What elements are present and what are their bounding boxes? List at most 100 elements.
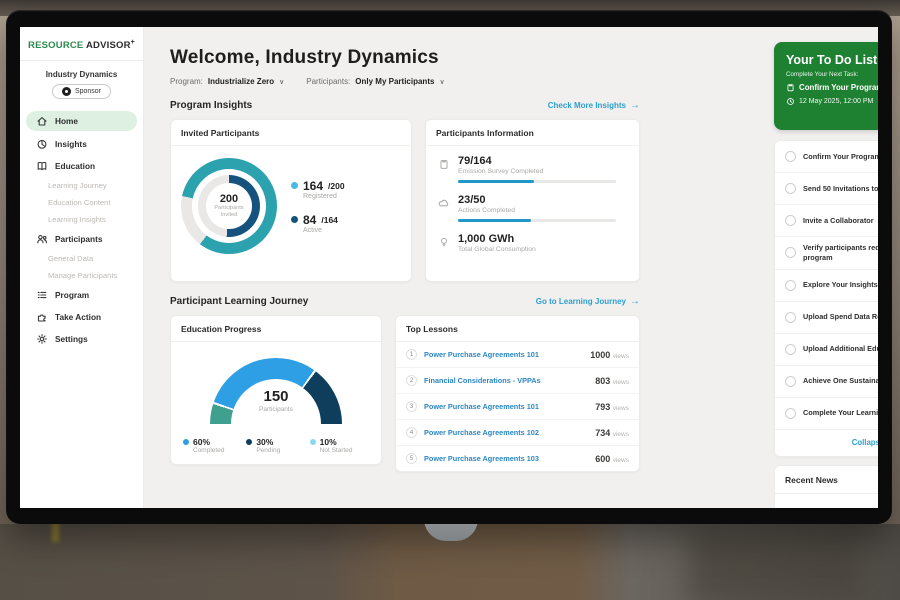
legend-label: Active — [303, 227, 345, 234]
check-more-insights-link[interactable]: Check More Insights → — [548, 100, 640, 111]
insights-icon — [36, 138, 48, 150]
task-row[interactable]: Invite a Collaborator › — [775, 205, 878, 237]
sidebar-item-program[interactable]: Program — [20, 284, 143, 306]
lesson-row: 5 Power Purchase Agreements 103 600 view… — [396, 446, 639, 471]
sidebar-item-insights[interactable]: Insights — [20, 133, 143, 155]
background-shadow — [690, 532, 860, 600]
stat-value: 23/50 — [458, 194, 616, 206]
sidebar-item-manage-participants[interactable]: Manage Participants — [20, 267, 143, 284]
donut-center-label: Participants Invited — [206, 205, 252, 219]
sidebar-item-label: Program — [55, 290, 89, 300]
education-progress-card: Education Progress 150 Participants 60% — [170, 315, 382, 465]
legend-total: /200 — [328, 181, 345, 191]
bulb-icon — [438, 236, 450, 248]
stat-label: Emission Survey Completed — [458, 168, 616, 175]
collapse-tasks-label: Collapse Tasks — [852, 438, 878, 447]
sidebar-item-participants[interactable]: Participants — [20, 228, 143, 250]
lesson-rank: 4 — [406, 427, 417, 438]
lesson-link[interactable]: Financial Considerations - VPPAs — [424, 376, 588, 385]
task-label: Confirm Your Program Details — [803, 152, 878, 162]
sidebar-item-learning-insights[interactable]: Learning Insights — [20, 211, 143, 228]
participants-dropdown[interactable]: Participants: Only My Participants ∨ — [306, 77, 444, 86]
invited-participants-card: Invited Participants 200 Participants In… — [170, 119, 412, 282]
legend-pct: 30% — [256, 437, 273, 447]
lesson-views: 734 — [595, 428, 610, 438]
go-to-learning-journey-label: Go to Learning Journey — [536, 297, 626, 306]
sidebar-item-label: Take Action — [55, 312, 101, 322]
stat-label: Actions Completed — [458, 207, 616, 214]
main-area: Welcome, Industry Dynamics Program: Indu… — [144, 27, 878, 508]
legend-pct: 10% — [320, 437, 337, 447]
logo-secondary: ADVISOR — [86, 40, 131, 51]
chevron-down-icon: ∨ — [439, 78, 444, 86]
task-label: Send 50 Invitations to Participants — [803, 184, 878, 194]
sidebar: RESOURCE ADVISOR+ Industry Dynamics Spon… — [20, 27, 144, 508]
todo-task-list: Confirm Your Program Details › Send 50 I… — [774, 140, 878, 457]
sidebar-item-education-content[interactable]: Education Content — [20, 194, 143, 211]
legend-label: Not Started — [320, 447, 373, 454]
app-logo: RESOURCE ADVISOR+ — [20, 27, 143, 61]
legend-item-completed: 60% Completed — [183, 437, 246, 454]
legend-item-active: 84/164 Active — [291, 213, 345, 234]
progress-bar-fill — [458, 219, 531, 222]
clipboard-icon — [786, 83, 795, 92]
task-label: Verify participants requesting to join t… — [803, 243, 878, 263]
task-checkbox[interactable] — [785, 408, 796, 419]
task-label: Achieve One Sustainability Target — [803, 376, 878, 386]
stat-actions-completed: 23/50 Actions Completed — [438, 194, 627, 222]
program-dropdown-value: Industrialize Zero — [208, 77, 274, 86]
task-row[interactable]: Send 50 Invitations to Participants › — [775, 173, 878, 205]
task-label: Upload Spend Data Records — [803, 312, 878, 322]
learning-journey-heading: Participant Learning Journey — [170, 296, 308, 307]
right-column: Your To Do List Complete Your Next Task:… — [774, 42, 878, 508]
task-row[interactable]: Explore Your Insights Dashboard › — [775, 270, 878, 302]
task-row[interactable]: Upload Spend Data Records › — [775, 302, 878, 334]
lesson-link[interactable]: Power Purchase Agreements 101 — [424, 402, 588, 411]
legend-item-pending: 30% Pending — [246, 437, 309, 454]
sidebar-item-learning-journey[interactable]: Learning Journey — [20, 177, 143, 194]
task-row[interactable]: Verify participants requesting to join t… — [775, 237, 878, 270]
task-checkbox[interactable] — [785, 344, 796, 355]
task-checkbox[interactable] — [785, 215, 796, 226]
lesson-views-suffix: views — [613, 405, 629, 412]
sidebar-item-general-data[interactable]: General Data — [20, 250, 143, 267]
task-checkbox[interactable] — [785, 151, 796, 162]
actions-icon — [438, 197, 450, 209]
participants-icon — [36, 233, 48, 245]
sidebar-item-label: Settings — [55, 334, 88, 344]
participants-information-card: Participants Information 79/164 Emission… — [425, 119, 640, 282]
lesson-link[interactable]: Power Purchase Agreements 103 — [424, 454, 588, 463]
sidebar-item-home[interactable]: Home — [26, 111, 137, 131]
lesson-link[interactable]: Power Purchase Agreements 101 — [424, 350, 583, 359]
lesson-rank: 2 — [406, 375, 417, 386]
task-checkbox[interactable] — [785, 183, 796, 194]
todo-title: Your To Do List — [786, 53, 878, 67]
todo-next-task-label: Confirm Your Program Details — [799, 83, 878, 92]
task-row[interactable]: Achieve One Sustainability Target › — [775, 366, 878, 398]
sponsor-badge[interactable]: Sponsor — [52, 84, 111, 99]
sidebar-item-take-action[interactable]: Take Action — [20, 306, 143, 328]
legend-label: Completed — [193, 447, 246, 454]
task-checkbox[interactable] — [785, 280, 796, 291]
progress-bar-track — [458, 180, 616, 183]
gauge-legend: 60% Completed 30% Pending 10% Not Starte… — [183, 437, 373, 454]
go-to-learning-journey-link[interactable]: Go to Learning Journey → — [536, 296, 640, 307]
task-row[interactable]: Complete Your Learning Journey › — [775, 398, 878, 430]
sidebar-item-label: Insights — [55, 139, 87, 149]
task-checkbox[interactable] — [785, 376, 796, 387]
todo-datetime-label: 12 May 2025, 12:00 PM — [799, 98, 873, 105]
task-checkbox[interactable] — [785, 247, 796, 258]
program-dropdown[interactable]: Program: Industrialize Zero ∨ — [170, 77, 284, 86]
sidebar-item-label: Participants — [55, 234, 103, 244]
screen: RESOURCE ADVISOR+ Industry Dynamics Spon… — [20, 27, 878, 508]
top-lessons-card: Top Lessons 1 Power Purchase Agreements … — [395, 315, 640, 472]
sidebar-item-settings[interactable]: Settings — [20, 328, 143, 350]
task-row[interactable]: Upload Additional Educational Content › — [775, 334, 878, 366]
lesson-link[interactable]: Power Purchase Agreements 102 — [424, 428, 588, 437]
task-checkbox[interactable] — [785, 312, 796, 323]
collapse-tasks-link[interactable]: Collapse Tasks ∧ — [775, 430, 878, 456]
lesson-row: 1 Power Purchase Agreements 101 1000 vie… — [396, 342, 639, 368]
sidebar-item-education[interactable]: Education — [20, 155, 143, 177]
check-more-insights-label: Check More Insights — [548, 101, 626, 110]
task-row[interactable]: Confirm Your Program Details › — [775, 141, 878, 173]
